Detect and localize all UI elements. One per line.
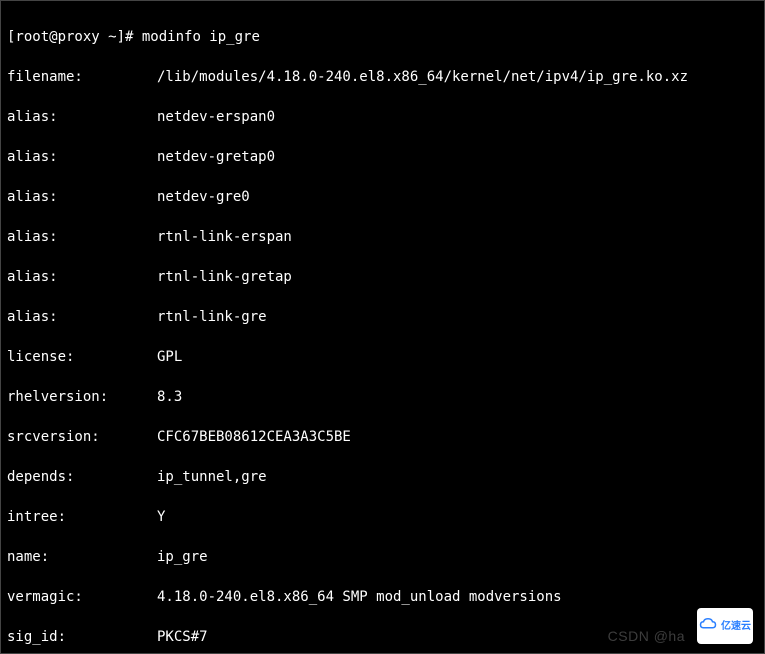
field-label: alias:: [7, 227, 157, 247]
field-row: filename:/lib/modules/4.18.0-240.el8.x86…: [7, 67, 758, 87]
field-row: alias:rtnl-link-gretap: [7, 267, 758, 287]
field-row: name:ip_gre: [7, 547, 758, 567]
field-label: alias:: [7, 267, 157, 287]
field-value: PKCS#7: [157, 629, 208, 645]
field-label: srcversion:: [7, 427, 157, 447]
field-label: sig_id:: [7, 627, 157, 647]
field-label: alias:: [7, 107, 157, 127]
field-row: alias:netdev-erspan0: [7, 107, 758, 127]
field-row: srcversion:CFC67BEB08612CEA3A3C5BE: [7, 427, 758, 447]
field-value: ip_gre: [157, 549, 208, 565]
field-row: alias:netdev-gretap0: [7, 147, 758, 167]
terminal-output: [root@proxy ~]# modinfo ip_gre filename:…: [0, 0, 765, 654]
field-row: depends:ip_tunnel,gre: [7, 467, 758, 487]
field-label: intree:: [7, 507, 157, 527]
field-row: rhelversion:8.3: [7, 387, 758, 407]
field-value: rtnl-link-erspan: [157, 229, 292, 245]
field-row: license:GPL: [7, 347, 758, 367]
field-label: filename:: [7, 67, 157, 87]
field-row: alias:rtnl-link-gre: [7, 307, 758, 327]
field-value: Y: [157, 509, 165, 525]
field-row: intree:Y: [7, 507, 758, 527]
field-label: depends:: [7, 467, 157, 487]
yisu-cloud-badge: 亿速云: [697, 608, 753, 644]
field-value: CFC67BEB08612CEA3A3C5BE: [157, 429, 351, 445]
field-label: name:: [7, 547, 157, 567]
field-label: vermagic:: [7, 587, 157, 607]
field-row: vermagic:4.18.0-240.el8.x86_64 SMP mod_u…: [7, 587, 758, 607]
field-label: alias:: [7, 187, 157, 207]
field-value: 8.3: [157, 389, 182, 405]
field-label: alias:: [7, 307, 157, 327]
field-value: rtnl-link-gre: [157, 309, 267, 325]
field-value: ip_tunnel,gre: [157, 469, 267, 485]
field-value: 4.18.0-240.el8.x86_64 SMP mod_unload mod…: [157, 589, 562, 605]
field-value: netdev-gretap0: [157, 149, 275, 165]
field-value: netdev-erspan0: [157, 109, 275, 125]
cloud-icon: [699, 617, 717, 636]
field-label: alias:: [7, 147, 157, 167]
field-row: sig_id:PKCS#7: [7, 627, 758, 647]
field-label: rhelversion:: [7, 387, 157, 407]
field-value: /lib/modules/4.18.0-240.el8.x86_64/kerne…: [157, 69, 688, 85]
field-value: GPL: [157, 349, 182, 365]
prompt-line: [root@proxy ~]# modinfo ip_gre: [7, 27, 758, 47]
prompt-userhost: [root@proxy ~]#: [7, 29, 133, 45]
field-label: license:: [7, 347, 157, 367]
field-row: alias:netdev-gre0: [7, 187, 758, 207]
badge-text: 亿速云: [721, 621, 751, 632]
field-value: netdev-gre0: [157, 189, 250, 205]
prompt-command: modinfo ip_gre: [142, 29, 260, 45]
field-row: alias:rtnl-link-erspan: [7, 227, 758, 247]
field-value: rtnl-link-gretap: [157, 269, 292, 285]
